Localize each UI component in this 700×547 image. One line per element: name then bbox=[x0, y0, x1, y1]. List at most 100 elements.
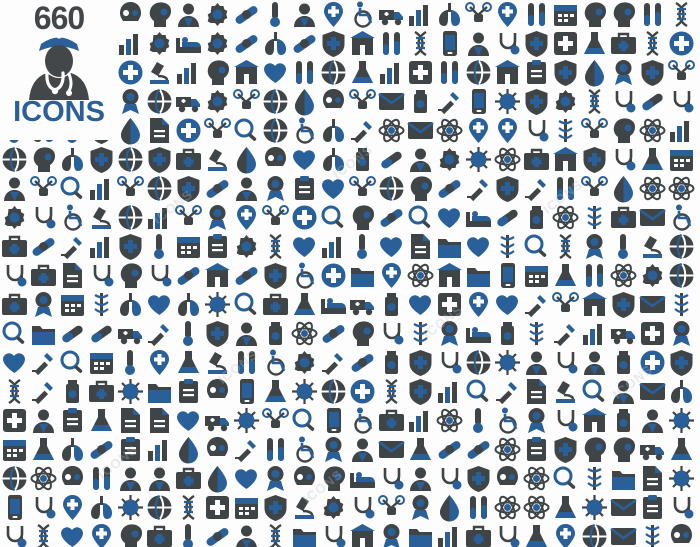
ambulance-blue-icon bbox=[232, 493, 261, 522]
baby-bottle-icon bbox=[319, 377, 348, 406]
head-dark-icon bbox=[638, 232, 667, 261]
pill-bottle-icon bbox=[319, 116, 348, 145]
medic-icon bbox=[203, 435, 232, 464]
flower-blue-icon bbox=[522, 290, 551, 319]
molecule-chain-icon bbox=[638, 116, 667, 145]
hospital-room-icon bbox=[609, 87, 638, 116]
snake-pole-icon bbox=[232, 261, 261, 290]
family-people-icon bbox=[87, 377, 116, 406]
hospital-bed2-icon bbox=[116, 174, 145, 203]
stretcher-icon bbox=[667, 464, 696, 493]
doctor-bag2-icon bbox=[174, 522, 203, 547]
spider-icon bbox=[580, 29, 609, 58]
pin-drop-icon bbox=[580, 203, 609, 232]
monitor-icon bbox=[522, 348, 551, 377]
id-badge-icon bbox=[377, 261, 406, 290]
toothbrush-icon bbox=[551, 203, 580, 232]
globe-health-icon bbox=[290, 261, 319, 290]
eye-icon bbox=[609, 116, 638, 145]
worm-icon bbox=[493, 261, 522, 290]
folder-medical-icon bbox=[464, 29, 493, 58]
medal-ribbon-icon bbox=[145, 319, 174, 348]
medicine-bottle-icon bbox=[290, 87, 319, 116]
iv-drip-icon bbox=[232, 116, 261, 145]
logo-word: ICONS bbox=[13, 96, 105, 128]
blood-drop-hand-icon bbox=[406, 0, 435, 29]
bandage-strip-icon bbox=[406, 203, 435, 232]
blood-pressure-icon bbox=[551, 29, 580, 58]
head-scan-icon bbox=[87, 232, 116, 261]
hand-drop-icon bbox=[174, 348, 203, 377]
capsule-blue-icon bbox=[493, 348, 522, 377]
brain-head-icon bbox=[203, 87, 232, 116]
drone-delivery-icon bbox=[377, 232, 406, 261]
family-icon bbox=[29, 377, 58, 406]
nurse-female-icon bbox=[493, 406, 522, 435]
drone-cross-icon bbox=[406, 493, 435, 522]
building-clinic-icon bbox=[116, 261, 145, 290]
certificate-doc-icon bbox=[406, 261, 435, 290]
handcuffs2-icon bbox=[0, 406, 29, 435]
server-rack-icon bbox=[551, 522, 580, 547]
drone-small-icon bbox=[580, 319, 609, 348]
sperm-swim-icon bbox=[232, 319, 261, 348]
flag-cross-icon bbox=[174, 493, 203, 522]
stethoscope-icon bbox=[0, 145, 29, 174]
doctor-figure-icon bbox=[21, 28, 97, 100]
thumbs-up-icon bbox=[87, 203, 116, 232]
family-group-icon bbox=[58, 377, 87, 406]
hospital-sign-icon bbox=[522, 29, 551, 58]
virus-cell2-icon bbox=[0, 232, 29, 261]
folder-cross-icon bbox=[203, 464, 232, 493]
heart-hands-icon bbox=[290, 406, 319, 435]
bottle-baby-icon bbox=[87, 406, 116, 435]
scalpel-icon bbox=[348, 522, 377, 547]
liver-icon bbox=[609, 406, 638, 435]
dollar-medical-icon bbox=[377, 145, 406, 174]
head-gear-icon bbox=[203, 261, 232, 290]
family-home-icon bbox=[464, 406, 493, 435]
glasses-icon bbox=[493, 493, 522, 522]
doctor-bag-icon bbox=[348, 435, 377, 464]
head-care-icon bbox=[348, 493, 377, 522]
syringe-small-icon bbox=[580, 0, 609, 29]
family-parent-icon bbox=[348, 377, 377, 406]
sperm-pair-icon bbox=[261, 406, 290, 435]
ambulance-side-icon bbox=[203, 493, 232, 522]
first-aid-case-icon bbox=[609, 493, 638, 522]
prescription-rx-icon bbox=[580, 58, 609, 87]
ear-icon bbox=[609, 348, 638, 377]
eye-care-icon bbox=[522, 232, 551, 261]
stethoscope-round-icon bbox=[638, 203, 667, 232]
lips-icon bbox=[667, 348, 696, 377]
family-two-icon bbox=[551, 377, 580, 406]
lab-flask-icon bbox=[116, 58, 145, 87]
envelope-icon bbox=[609, 29, 638, 58]
pill-capsule-icon bbox=[464, 290, 493, 319]
monitor-med-icon bbox=[406, 522, 435, 547]
clipboard-med-icon bbox=[232, 290, 261, 319]
sperm-tail-icon bbox=[609, 377, 638, 406]
tombstone-icon bbox=[261, 116, 290, 145]
microchip-icon bbox=[522, 87, 551, 116]
doctor-coat-icon bbox=[29, 435, 58, 464]
bacteria-icon bbox=[667, 261, 696, 290]
hospital-cross-icon bbox=[667, 435, 696, 464]
pharmacy-front-icon bbox=[261, 232, 290, 261]
mortar-pestle-icon bbox=[348, 290, 377, 319]
church-icon bbox=[87, 290, 116, 319]
lungs-pair-icon bbox=[551, 406, 580, 435]
no-pregnancy-icon bbox=[174, 406, 203, 435]
surgeon-icon bbox=[116, 435, 145, 464]
clipboard-list-icon bbox=[29, 232, 58, 261]
capsule-pill-icon bbox=[116, 116, 145, 145]
alarm-clock-icon bbox=[435, 522, 464, 547]
fan-virus-icon bbox=[145, 58, 174, 87]
baby-bath-icon bbox=[406, 406, 435, 435]
funnel-icon bbox=[522, 203, 551, 232]
condom-icon bbox=[435, 290, 464, 319]
calendar-grid-icon bbox=[377, 174, 406, 203]
headphones-icon bbox=[203, 232, 232, 261]
bed-patient-icon bbox=[609, 464, 638, 493]
dropper-icon bbox=[493, 522, 522, 547]
